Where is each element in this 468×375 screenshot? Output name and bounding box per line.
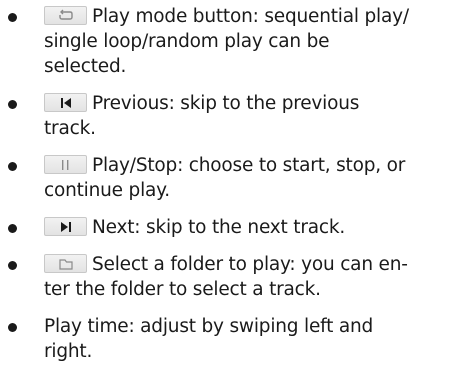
bullet [8, 224, 17, 233]
bullet [8, 261, 17, 270]
previous-button-image [44, 93, 87, 112]
item-text-line-2: single loop/random play can be [44, 31, 330, 52]
list-item-play-time: Play time: adjust by swiping left and ri… [0, 314, 468, 364]
item-text-line-1: Play mode button: sequential play/ [92, 6, 409, 27]
bullet [8, 162, 17, 171]
folder-icon [59, 259, 73, 270]
next-button-image [44, 217, 87, 236]
play-pause-icon [62, 160, 69, 170]
item-text-line-2: track. [44, 118, 96, 139]
list-item-play-mode: Play mode button: sequential play/ singl… [0, 4, 468, 79]
bullet [8, 13, 17, 22]
list-item-folder: Select a folder to play: you can en- ter… [0, 252, 468, 302]
item-text-line-1: Play/Stop: choose to start, stop, or [92, 155, 406, 176]
bullet [8, 100, 17, 109]
list-item-next: Next: skip to the next track. [0, 215, 468, 240]
item-text-line-1: Play time: adjust by swiping left and [44, 316, 374, 337]
item-text-line-3: selected. [44, 56, 127, 77]
folder-button-image [44, 254, 87, 273]
bullet [8, 323, 17, 332]
item-text-line-2: continue play. [44, 180, 170, 201]
feature-list: Play mode button: sequential play/ singl… [0, 4, 468, 364]
previous-icon [61, 98, 71, 108]
item-text-line-2: ter the folder to select a track. [44, 279, 321, 300]
item-text-line-1: Next: skip to the next track. [92, 217, 346, 238]
play-mode-button-image [44, 6, 87, 25]
play-stop-button-image [44, 155, 87, 174]
play-mode-icon [59, 9, 73, 20]
item-text-line-1: Previous: skip to the previous [92, 93, 360, 114]
item-text-line-1: Select a folder to play: you can en- [92, 254, 408, 275]
list-item-play-stop: Play/Stop: choose to start, stop, or con… [0, 153, 468, 203]
next-icon [61, 222, 71, 232]
item-text-line-2: right. [44, 341, 93, 362]
list-item-previous: Previous: skip to the previous track. [0, 91, 468, 141]
